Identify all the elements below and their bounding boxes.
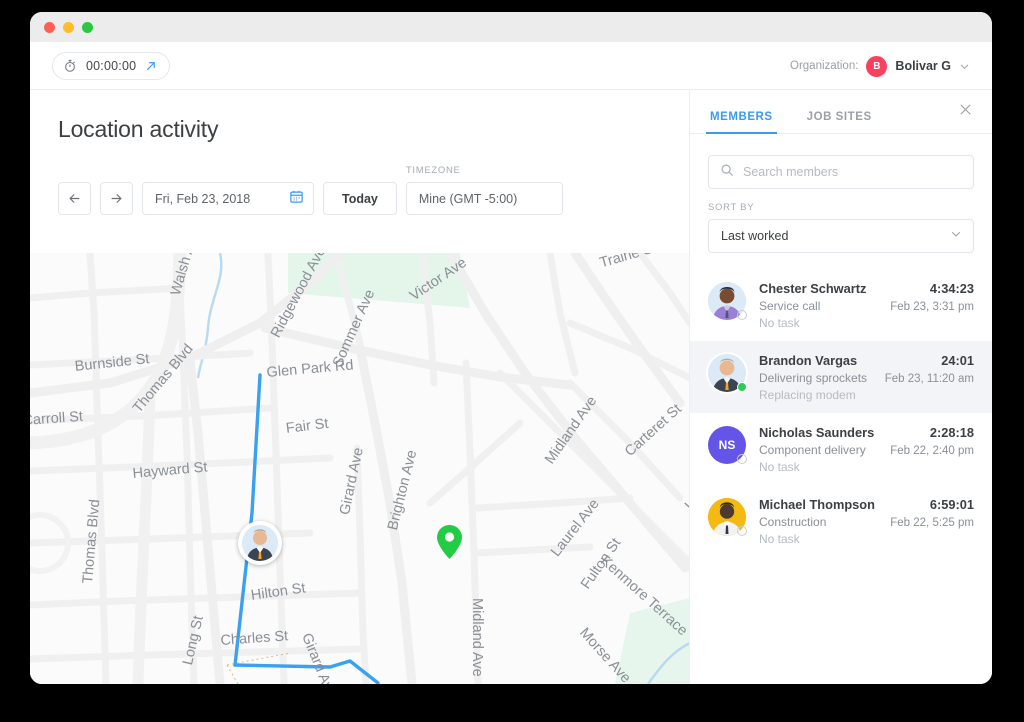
app-window: 00:00:00 Organization: B Bolivar G Locat…: [30, 12, 992, 684]
member-info: Brandon Vargas 24:01 Delivering sprocket…: [759, 352, 974, 402]
member-task: Replacing modem: [759, 388, 856, 402]
date-value: Fri, Feb 23, 2018: [155, 191, 251, 206]
timezone-field[interactable]: Mine (GMT -5:00): [405, 182, 563, 215]
avatar-wrapper: NS: [708, 426, 747, 464]
close-icon[interactable]: [958, 102, 974, 118]
timezone-group: TIMEZONE Mine (GMT -5:00): [405, 165, 563, 215]
window-minimize-button[interactable]: [63, 21, 74, 33]
member-task: No task: [759, 460, 800, 474]
arrow-right-icon: [109, 191, 124, 206]
search-wrapper: [690, 134, 992, 189]
member-name: Michael Thompson: [759, 497, 875, 512]
member-last-worked: Feb 23, 11:20 am: [884, 373, 974, 385]
member-task: No task: [759, 532, 800, 546]
member-project: Component delivery: [759, 443, 866, 457]
map-canvas[interactable]: Walsh Ave Burnside St Carroll St Thomas …: [30, 253, 689, 684]
sort-by-select[interactable]: Last worked: [708, 219, 974, 253]
member-project: Delivering sprockets: [759, 371, 868, 385]
jobsite-pin-green[interactable]: [437, 525, 462, 559]
avatar-wrapper: [708, 354, 747, 392]
list-item[interactable]: Chester Schwartz 4:34:23 Service call Fe…: [690, 269, 992, 341]
avatar-wrapper: [708, 498, 747, 536]
search-icon: [720, 163, 734, 182]
member-list: Chester Schwartz 4:34:23 Service call Fe…: [690, 269, 992, 557]
date-picker-field[interactable]: Fri, Feb 23, 2018: [142, 182, 314, 215]
map-pane: Location activity Fri, Feb 23, 2018 Toda…: [30, 90, 690, 684]
member-info: Michael Thompson 6:59:01 Construction Fe…: [759, 496, 974, 546]
organization-label: Organization:: [790, 60, 859, 72]
stopwatch-icon: [63, 59, 77, 73]
map-roads: [30, 253, 689, 684]
search-box[interactable]: [708, 155, 974, 189]
member-project: Construction: [759, 515, 827, 529]
member-last-worked: Feb 23, 3:31 pm: [890, 301, 974, 313]
right-sidebar: MEMBERS JOB SITES Search members SORT BY…: [690, 90, 992, 684]
tab-job-sites[interactable]: JOB SITES: [805, 111, 874, 133]
date-controls: Fri, Feb 23, 2018 Today TIMEZONE Mine (G…: [30, 143, 689, 215]
avatar-initials: NS: [718, 438, 736, 452]
app-toolbar: 00:00:00 Organization: B Bolivar G: [30, 42, 992, 90]
member-duration: 6:59:01: [929, 497, 974, 512]
page-header: Location activity: [30, 90, 689, 143]
member-duration: 24:01: [941, 353, 974, 368]
search-input[interactable]: [743, 165, 962, 179]
page-title: Location activity: [58, 116, 219, 142]
window-titlebar: [30, 12, 992, 42]
today-button[interactable]: Today: [323, 182, 397, 215]
app-body: Location activity Fri, Feb 23, 2018 Toda…: [30, 90, 992, 684]
list-item[interactable]: Michael Thompson 6:59:01 Construction Fe…: [690, 485, 992, 557]
member-info: Nicholas Saunders 2:28:18 Component deli…: [759, 424, 974, 474]
timezone-label: TIMEZONE: [405, 165, 461, 176]
prev-day-button[interactable]: [58, 182, 91, 215]
organization-avatar: B: [866, 55, 888, 77]
sort-by-value: Last worked: [721, 229, 789, 243]
window-close-button[interactable]: [44, 21, 55, 33]
member-map-marker[interactable]: [238, 521, 282, 565]
avatar-wrapper: [708, 282, 747, 320]
tab-members[interactable]: MEMBERS: [706, 111, 777, 134]
list-item[interactable]: NS Nicholas Saunders 2:28:18 Component d…: [690, 413, 992, 485]
organization-name: Bolivar G: [895, 59, 951, 73]
calendar-icon[interactable]: [289, 189, 304, 209]
member-task: No task: [759, 316, 800, 330]
timer-value: 00:00:00: [86, 58, 137, 73]
member-project: Service call: [759, 299, 821, 313]
chevron-down-icon: [950, 227, 962, 245]
next-day-button[interactable]: [100, 182, 133, 215]
member-info: Chester Schwartz 4:34:23 Service call Fe…: [759, 280, 974, 330]
avatar: [242, 525, 278, 561]
list-item[interactable]: Brandon Vargas 24:01 Delivering sprocket…: [690, 341, 992, 413]
member-name: Nicholas Saunders: [759, 425, 875, 440]
timer-widget[interactable]: 00:00:00: [52, 51, 171, 80]
sort-by-label: SORT BY: [708, 202, 755, 213]
member-name: Chester Schwartz: [759, 281, 867, 296]
external-link-icon[interactable]: [145, 60, 157, 72]
member-last-worked: Feb 22, 5:25 pm: [890, 517, 974, 529]
sidebar-tabs: MEMBERS JOB SITES: [690, 90, 992, 134]
member-duration: 4:34:23: [929, 281, 974, 296]
member-name: Brandon Vargas: [759, 353, 858, 368]
status-badge: [737, 526, 747, 536]
status-badge: [737, 310, 747, 320]
status-badge: [737, 454, 747, 464]
timezone-value: Mine (GMT -5:00): [418, 191, 518, 206]
organization-selector[interactable]: Organization: B Bolivar G: [790, 42, 970, 90]
window-zoom-button[interactable]: [82, 21, 93, 33]
status-badge: [737, 382, 747, 392]
chevron-down-icon: [959, 61, 970, 72]
arrow-left-icon: [67, 191, 82, 206]
member-last-worked: Feb 22, 2:40 pm: [890, 445, 974, 457]
member-duration: 2:28:18: [929, 425, 974, 440]
